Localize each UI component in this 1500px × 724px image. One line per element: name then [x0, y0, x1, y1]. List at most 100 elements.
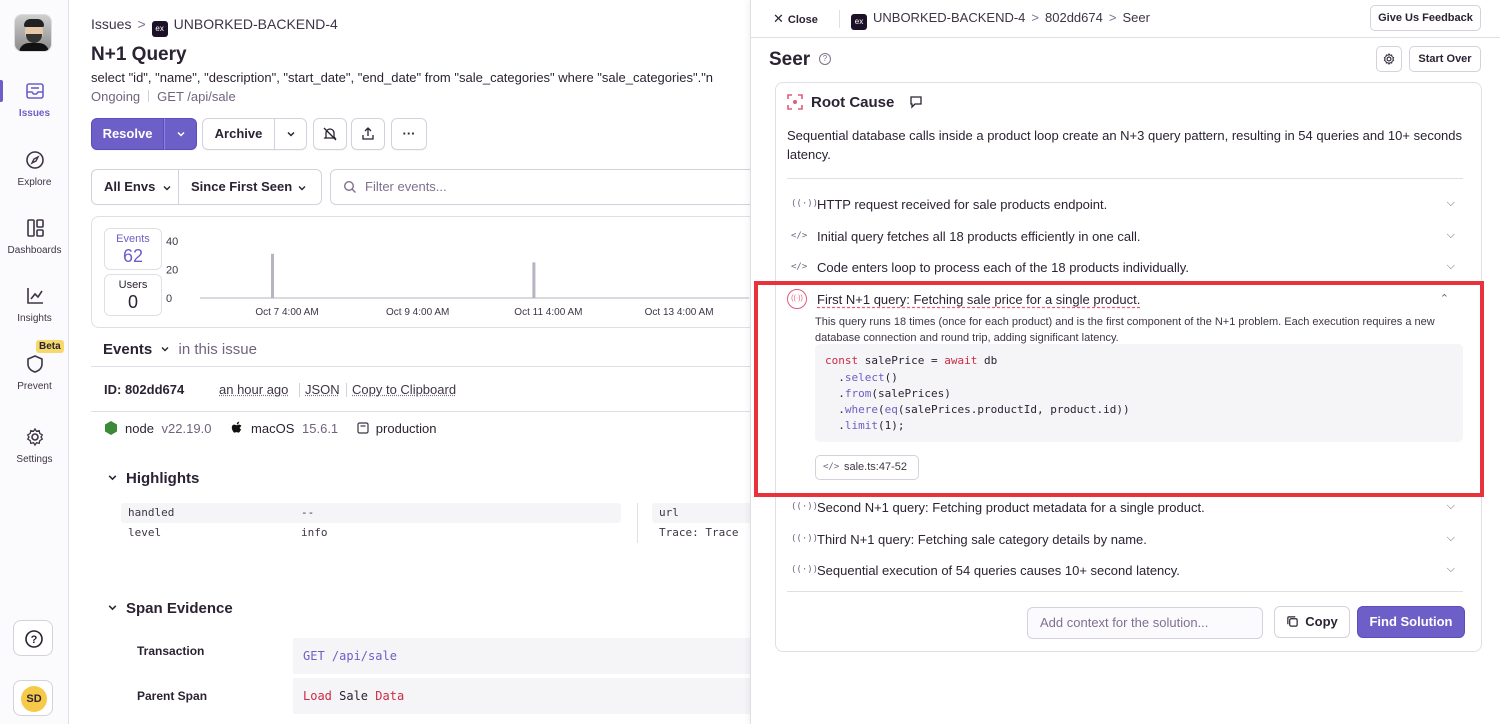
drawer-title: Seer: [769, 49, 811, 70]
event-id: ID: 802dd674: [104, 382, 185, 397]
environment-select[interactable]: All Envs: [91, 169, 179, 205]
seer-settings-button[interactable]: [1376, 46, 1402, 72]
node-icon: [105, 421, 117, 435]
highlight-key: level: [128, 526, 162, 539]
sidebar-item-issues[interactable]: Issues: [0, 80, 69, 119]
chevron-down-icon: ⌵: [1446, 229, 1455, 241]
event-chart-card: Events 62 Users 0 40 20 0 Oct 7 4:00 AM Oct …: [91, 216, 750, 328]
issue-subtitle: Ongoing GET /api/sale: [91, 89, 236, 104]
breadcrumb-project[interactable]: UNBORKED-BACKEND-4: [873, 10, 1025, 25]
step-item[interactable]: ((·)) HTTP request received for sale pro…: [787, 196, 1463, 216]
bell-off-icon: [323, 127, 337, 141]
resolve-dropdown-button[interactable]: [164, 118, 197, 150]
sidebar-item-insights[interactable]: Insights: [0, 285, 69, 324]
users-stat[interactable]: Users 0: [104, 274, 162, 316]
y-tick-label: 20: [166, 265, 178, 277]
event-search-input[interactable]: Filter events...: [330, 169, 750, 205]
archive-dropdown-button[interactable]: [274, 118, 307, 150]
sidebar-item-explore[interactable]: Explore: [0, 149, 69, 188]
annotation-highlight: [754, 281, 1484, 497]
question-icon: ?: [25, 630, 43, 648]
project-icon: ex: [851, 14, 867, 30]
chevron-down-icon: ⌵: [1446, 532, 1455, 544]
find-solution-button[interactable]: Find Solution: [1357, 606, 1465, 638]
breadcrumb-issues[interactable]: Issues: [91, 16, 131, 32]
events-stat[interactable]: Events 62: [104, 228, 162, 270]
chart-bar: [271, 253, 274, 298]
highlights-header[interactable]: Highlights: [107, 470, 199, 487]
resolve-button[interactable]: Resolve: [91, 118, 164, 150]
breadcrumb-project[interactable]: UNBORKED-BACKEND-4: [174, 16, 338, 32]
broadcast-icon: ((·)): [791, 565, 819, 575]
step-item[interactable]: ((·)) Sequential execution of 54 queries…: [787, 562, 1463, 582]
start-over-button[interactable]: Start Over: [1409, 46, 1481, 72]
sidebar: Issues Explore Dashboards Insights Beta …: [0, 0, 69, 724]
help-button[interactable]: ?: [13, 620, 53, 656]
step-item[interactable]: ((·)) Second N+1 query: Fetching product…: [787, 499, 1463, 519]
close-icon: ✕: [773, 11, 784, 26]
chevron-down-icon: [298, 186, 306, 191]
highlight-key: url: [659, 506, 679, 519]
close-button[interactable]: ✕ Close: [773, 11, 818, 27]
highlight-value: --: [301, 506, 315, 519]
event-navigation-bar: ID: 802dd674 an hour ago JSON Copy to Cl…: [91, 366, 750, 412]
archive-button[interactable]: Archive: [202, 118, 275, 150]
mute-button[interactable]: [313, 118, 347, 150]
span-transaction-value: GET /api/sale: [293, 638, 750, 674]
issue-details: Issues > ex UNBORKED-BACKEND-4 N+1 Query se…: [69, 0, 750, 724]
x-tick-label: Oct 9 4:00 AM: [386, 307, 449, 318]
apple-icon: [231, 421, 242, 433]
breadcrumb-event[interactable]: 802dd674: [1045, 10, 1103, 25]
y-tick-label: 40: [166, 236, 178, 248]
comment-icon[interactable]: [909, 95, 923, 109]
user-menu-button[interactable]: SD: [13, 680, 53, 716]
broadcast-icon: ((·)): [791, 502, 819, 512]
sidebar-item-dashboards[interactable]: Dashboards: [0, 217, 69, 256]
user-avatar: SD: [21, 686, 47, 712]
copy-button[interactable]: Copy: [1274, 606, 1350, 638]
issue-message: select "id", "name", "description", "sta…: [91, 70, 714, 85]
chart-bar: [532, 262, 536, 298]
event-time-link[interactable]: an hour ago: [219, 382, 288, 397]
chevron-down-icon: [176, 131, 185, 137]
json-link[interactable]: JSON: [305, 382, 340, 397]
span-parent-value: Load Sale Data: [293, 678, 750, 714]
step-item[interactable]: </> Initial query fetches all 18 product…: [787, 228, 1463, 248]
org-avatar[interactable]: [14, 14, 52, 52]
gear-icon: [1383, 53, 1395, 65]
chevron-down-icon: [108, 475, 117, 481]
dashboard-icon: [26, 219, 44, 237]
copy-to-clipboard-link[interactable]: Copy to Clipboard: [352, 382, 456, 397]
more-actions-button[interactable]: ···: [391, 118, 427, 150]
chevron-down-icon: ⌵: [1446, 563, 1455, 575]
chevron-down-icon: ⌵: [1446, 500, 1455, 512]
step-item[interactable]: ((·)) Third N+1 query: Fetching sale cat…: [787, 531, 1463, 551]
code-icon: </>: [791, 231, 808, 241]
code-icon: </>: [791, 262, 808, 272]
sidebar-item-settings[interactable]: Settings: [0, 426, 69, 465]
event-context-row: node v22.19.0 macOS 15.6.1 production: [103, 420, 437, 440]
feedback-button[interactable]: Give Us Feedback: [1370, 5, 1481, 31]
chevron-down-icon: [286, 131, 295, 137]
time-range-select[interactable]: Since First Seen: [178, 169, 322, 205]
highlight-value: info: [301, 526, 328, 539]
sidebar-item-label: Dashboards: [7, 245, 62, 256]
upload-icon: [362, 127, 374, 140]
share-button[interactable]: [351, 118, 385, 150]
help-icon[interactable]: ?: [819, 53, 831, 65]
drawer-breadcrumb: ex UNBORKED-BACKEND-4 >802dd674 > Seer: [851, 10, 1150, 30]
chevron-down-icon: ⌵: [1446, 260, 1455, 272]
span-key: Parent Span: [137, 689, 208, 703]
sidebar-item-prevent[interactable]: Prevent: [0, 353, 69, 392]
sidebar-item-label: Prevent: [17, 381, 52, 392]
page-title: N+1 Query: [91, 44, 187, 65]
events-section-header[interactable]: Events in this issue: [103, 341, 257, 358]
solution-context-input[interactable]: Add context for the solution...: [1027, 607, 1263, 639]
sidebar-item-label: Settings: [16, 454, 53, 465]
step-item[interactable]: </> Code enters loop to process each of …: [787, 259, 1463, 279]
copy-icon: [1287, 616, 1298, 627]
app-root: Issues Explore Dashboards Insights Beta …: [0, 0, 1500, 724]
span-evidence-header[interactable]: Span Evidence: [107, 600, 233, 617]
issue-transaction: GET /api/sale: [157, 89, 236, 104]
root-cause-description: Sequential database calls inside a produ…: [787, 128, 1463, 162]
